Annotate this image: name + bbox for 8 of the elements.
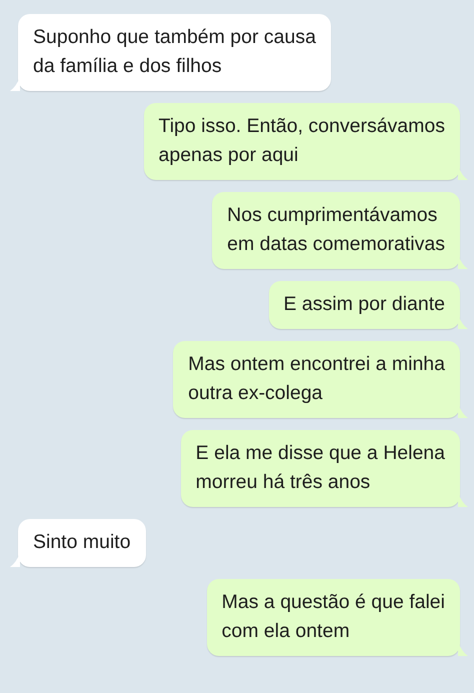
message-text: Tipo isso. Então, conversávamos apenas por aqui: [158, 115, 445, 166]
message-text: Sinto muito: [33, 531, 131, 553]
message-text: Suponho que também por causa da família e dos filhos: [33, 26, 316, 77]
message-text: E assim por diante: [284, 293, 445, 315]
message-text: Mas ontem encontrei a minha outra ex-colega: [188, 353, 445, 404]
message-text: E ela me disse que a Helena morreu há três anos: [196, 442, 445, 493]
message-text: Mas a questão é que falei com ela ontem: [222, 591, 445, 642]
message-text: Nos cumprimentávamos em datas comemorativas: [227, 204, 445, 255]
